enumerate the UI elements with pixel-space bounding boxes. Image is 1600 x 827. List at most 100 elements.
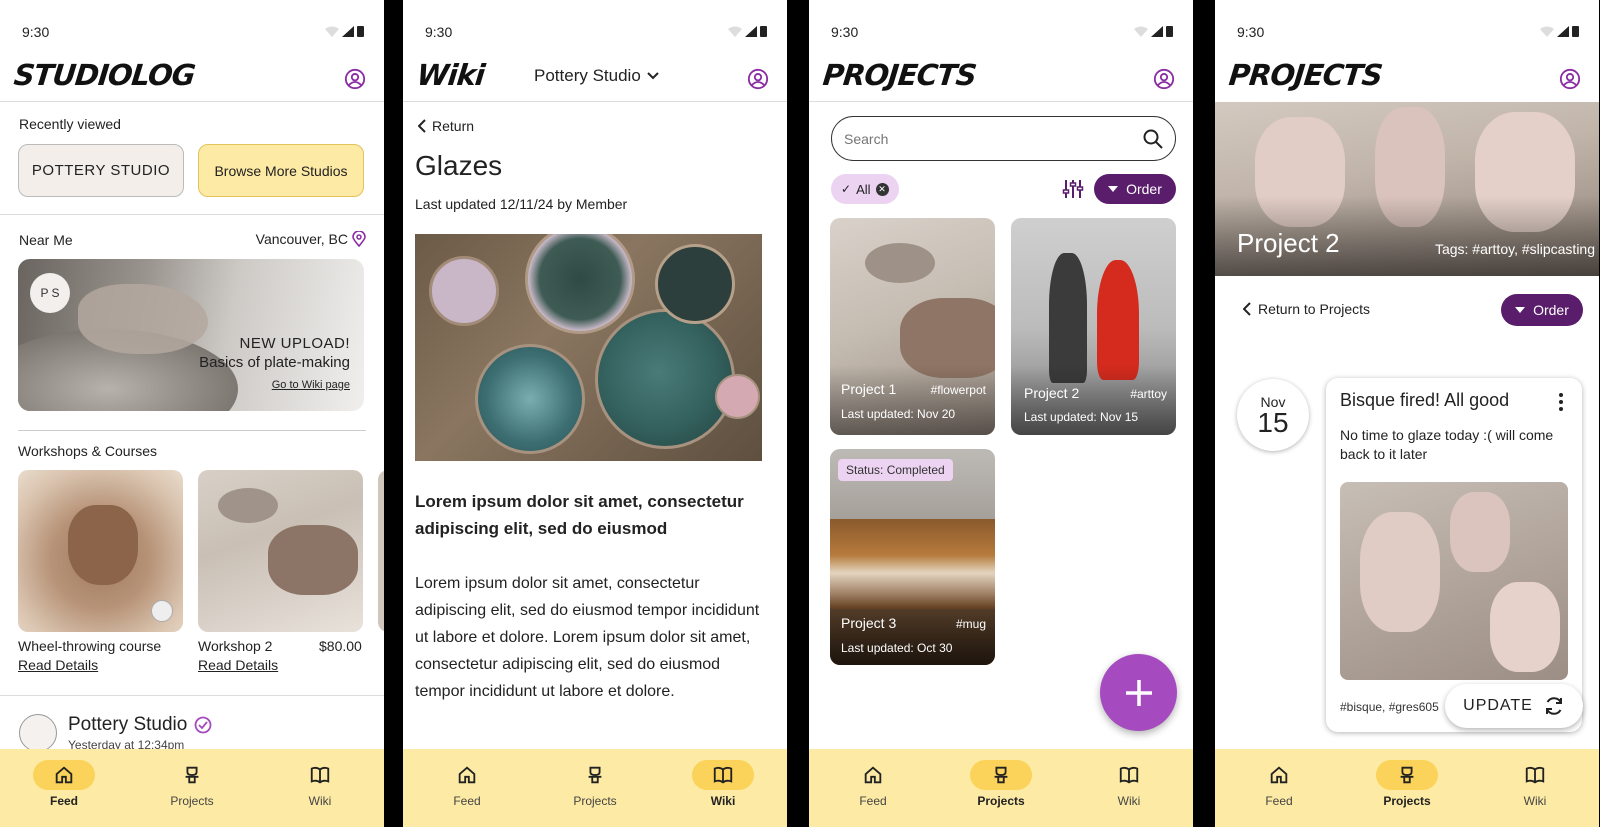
studio-badge: P S (30, 273, 70, 313)
wifi-icon (728, 26, 742, 37)
studio-dropdown[interactable]: Pottery Studio (534, 66, 659, 86)
tab-feed[interactable]: Feed (0, 749, 128, 827)
date-day: 15 (1257, 407, 1289, 438)
wiki-logo: Wiki (415, 58, 486, 92)
chevron-left-icon (418, 119, 426, 133)
post-avatar[interactable] (19, 714, 57, 752)
project-card-2[interactable]: Project 2 #arttoy Last updated: Nov 15 (1011, 218, 1176, 435)
bottom-nav: Feed Projects Wiki (1215, 749, 1599, 827)
verified-icon (194, 716, 212, 734)
project-card-1[interactable]: Project 1 #flowerpot Last updated: Nov 2… (830, 218, 995, 435)
project-tag: #mug (955, 617, 986, 631)
tab-feed[interactable]: Feed (809, 749, 937, 827)
caret-down-icon (1108, 186, 1119, 192)
return-label: Return to Projects (1258, 301, 1371, 317)
home-icon (1270, 766, 1288, 784)
new-upload-banner[interactable]: P S NEW UPLOAD! Basics of plate-making G… (18, 259, 364, 411)
tab-feed-label: Feed (453, 794, 481, 808)
status-icons (1134, 25, 1173, 37)
filter-sliders-icon[interactable] (1062, 178, 1084, 200)
check-icon: ✓ (841, 182, 852, 196)
banner-title1: NEW UPLOAD! (239, 335, 350, 352)
projects-logo: PROJECTS (821, 58, 978, 92)
return-to-projects[interactable]: Return to Projects (1243, 301, 1370, 317)
tab-wiki-label: Wiki (1523, 794, 1547, 808)
course-image-3-peek[interactable] (378, 470, 384, 632)
post-studio-name[interactable]: Pottery Studio (68, 714, 187, 736)
more-options-icon[interactable] (1558, 392, 1564, 412)
search-input[interactable] (844, 130, 1143, 147)
book-icon (713, 766, 733, 784)
hero-tags: Tags: #arttoy, #slipcasting (1434, 241, 1595, 257)
status-time: 9:30 (1237, 24, 1265, 40)
update-button[interactable]: UPDATE (1445, 684, 1583, 728)
tab-wiki[interactable]: Wiki (1065, 749, 1193, 827)
plate (655, 244, 735, 324)
near-me-label: Near Me (19, 232, 73, 248)
pottery-wheel-icon (588, 766, 602, 784)
tab-projects[interactable]: Projects (128, 749, 256, 827)
plate (525, 234, 635, 334)
entry-photo[interactable] (1340, 482, 1568, 680)
entry-text: No time to glaze today :( will come back… (1340, 427, 1554, 462)
project-card-3[interactable]: Status: Completed Project 3 #mug Last up… (830, 449, 995, 665)
glaze-image (415, 234, 762, 461)
course-read-details-2[interactable]: Read Details (198, 657, 278, 673)
dark-figure (1049, 253, 1087, 383)
tab-feed[interactable]: Feed (403, 749, 531, 827)
profile-icon[interactable] (344, 68, 366, 90)
tab-wiki[interactable]: Wiki (659, 749, 787, 827)
banner-link[interactable]: Go to Wiki page (272, 379, 350, 391)
tab-feed-label: Feed (49, 794, 78, 808)
course-read-details-1[interactable]: Read Details (18, 657, 98, 673)
project-name: Project 3 (841, 615, 897, 631)
tab-projects[interactable]: Projects (531, 749, 659, 827)
log-entry-card[interactable]: Bisque fired! All good No time to glaze … (1326, 378, 1582, 732)
profile-icon[interactable] (747, 68, 769, 90)
signal-icon (1557, 25, 1569, 37)
figure-shape (1490, 582, 1560, 672)
return-label: Return (432, 118, 475, 134)
course-title-1: Wheel-throwing course (18, 638, 162, 654)
filter-chip-all[interactable]: ✓ All ✕ (831, 174, 899, 204)
status-time: 9:30 (425, 24, 453, 40)
battery-icon (1572, 26, 1579, 37)
signal-icon (1151, 25, 1163, 37)
order-button[interactable]: Order (1094, 174, 1176, 204)
order-button[interactable]: Order (1501, 294, 1583, 326)
tab-feed[interactable]: Feed (1215, 749, 1343, 827)
course-image-2[interactable] (198, 470, 363, 632)
search-icon[interactable] (1143, 129, 1163, 149)
divider (0, 214, 384, 215)
pottery-wheel-icon (185, 766, 199, 784)
divider (0, 695, 384, 696)
location-text: Vancouver, BC (255, 231, 348, 247)
return-link[interactable]: Return (418, 118, 474, 134)
clay-shape (865, 243, 935, 283)
tab-wiki[interactable]: Wiki (1471, 749, 1599, 827)
search-bar[interactable] (831, 116, 1176, 161)
tab-wiki-label: Wiki (710, 794, 736, 808)
profile-icon[interactable] (1153, 68, 1175, 90)
status-icons (1540, 25, 1579, 37)
tab-wiki[interactable]: Wiki (256, 749, 384, 827)
tab-projects[interactable]: Projects (937, 749, 1065, 827)
project-tag: #flowerpot (930, 383, 986, 397)
project-hero: Project 2 Tags: #arttoy, #slipcasting (1215, 102, 1599, 276)
location-selector[interactable]: Vancouver, BC (256, 231, 366, 247)
pottery-studio-card[interactable]: POTTERY STUDIO (18, 144, 184, 197)
add-project-button[interactable] (1100, 654, 1177, 731)
browse-more-label: Browse More Studios (214, 162, 348, 179)
project-name: Project 1 (841, 381, 897, 397)
tab-projects-label: Projects (170, 794, 214, 808)
entry-tags: #bisque, #gres605 (1340, 700, 1439, 714)
course-image-1[interactable] (18, 470, 183, 632)
clear-chip-icon[interactable]: ✕ (875, 182, 889, 196)
profile-icon[interactable] (1559, 68, 1581, 90)
app-bar: PROJECTS (809, 58, 1193, 102)
course-price-2: $80.00 (319, 638, 362, 654)
browse-more-button[interactable]: Browse More Studios (198, 144, 364, 197)
signal-icon (342, 25, 354, 37)
location-pin-icon (352, 231, 366, 247)
tab-projects[interactable]: Projects (1343, 749, 1471, 827)
